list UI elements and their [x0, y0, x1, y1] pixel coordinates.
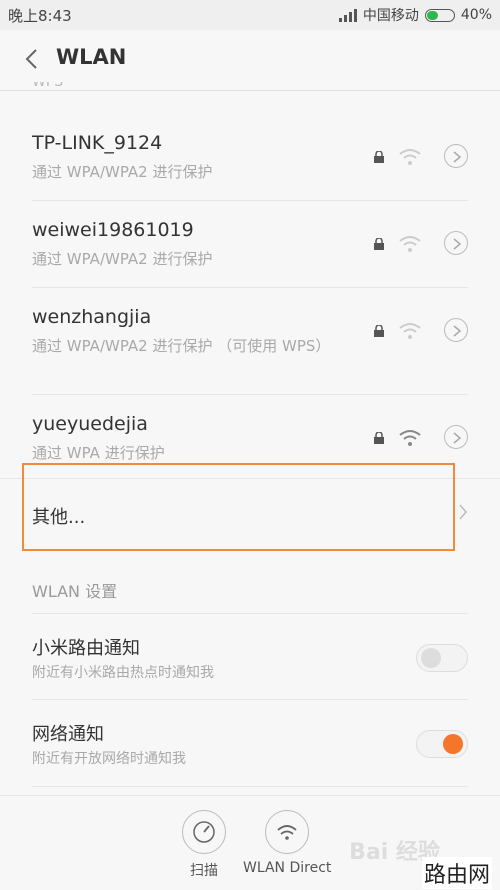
network-detail-button[interactable] — [444, 318, 468, 342]
wifi-signal-icon — [399, 430, 421, 446]
lock-icon — [374, 238, 384, 250]
scan-icon — [182, 810, 226, 854]
status-bar: 晚上8:43 中国移动 40% — [0, 0, 500, 30]
wlan-direct-icon — [265, 810, 310, 854]
signal-icon — [338, 8, 357, 22]
wlan-direct-label: WLAN Direct — [243, 860, 332, 876]
network-security: 通过 WPA/WPA2 进行保护 — [32, 163, 213, 181]
setting-subtitle: 附近有开放网络时通知我 — [32, 751, 186, 767]
network-name: TP-LINK_9124 — [32, 132, 163, 154]
wifi-signal-icon — [399, 236, 421, 252]
settings-section-label: WLAN 设置 — [32, 582, 118, 601]
network-security: 通过 WPA/WPA2 进行保护 — [32, 250, 213, 268]
status-right: 中国移动 40% — [338, 5, 492, 25]
lock-icon — [374, 325, 384, 337]
chevron-right-icon — [459, 504, 467, 520]
lock-icon — [374, 151, 384, 163]
setting-item-xiaomi-router-notify[interactable]: 小米路由通知 附近有小米路由热点时通知我 — [32, 613, 468, 700]
toggle-switch[interactable] — [416, 730, 468, 758]
network-name: weiwei19861019 — [32, 219, 194, 241]
wifi-signal-icon — [399, 149, 421, 165]
network-item[interactable]: TP-LINK_9124 通过 WPA/WPA2 进行保护 — [32, 114, 468, 201]
app-header: WLAN — [0, 30, 500, 91]
network-name: wenzhangjia — [32, 306, 152, 328]
network-detail-button[interactable] — [444, 425, 468, 449]
wlan-direct-button[interactable]: WLAN Direct — [243, 810, 331, 876]
toggle-switch[interactable] — [416, 644, 468, 672]
lock-icon — [374, 432, 384, 444]
network-detail-button[interactable] — [444, 144, 468, 168]
network-list: TP-LINK_9124 通过 WPA/WPA2 进行保护 weiwei1986… — [0, 114, 500, 481]
battery-icon — [424, 8, 455, 22]
page-title: WLAN — [56, 45, 127, 69]
network-detail-button[interactable] — [444, 231, 468, 255]
setting-item-network-notify[interactable]: 网络通知 附近有开放网络时通知我 — [32, 699, 468, 787]
scan-button[interactable]: 扫描 — [182, 810, 226, 880]
battery-percent: 40% — [460, 7, 492, 23]
status-time: 晚上8:43 — [8, 7, 72, 25]
setting-subtitle: 附近有小米路由热点时通知我 — [32, 665, 214, 681]
network-item[interactable]: weiwei19861019 通过 WPA/WPA2 进行保护 — [32, 201, 468, 288]
network-item[interactable]: wenzhangjia 通过 WPA/WPA2 进行保护 （可使用 WPS） — [32, 288, 468, 395]
carrier-label: 中国移动 — [362, 8, 419, 24]
network-security: 通过 WPA/WPA2 进行保护 （可使用 WPS） — [32, 337, 331, 355]
back-arrow-icon[interactable] — [20, 46, 44, 72]
highlight-annotation-box — [22, 463, 455, 551]
scan-label: 扫描 — [190, 863, 218, 879]
network-name: yueyuedejia — [32, 413, 148, 435]
site-watermark: 路由网 — [421, 857, 492, 889]
wifi-signal-icon — [399, 323, 421, 339]
network-security: 通过 WPA 进行保护 — [32, 444, 165, 462]
setting-title: 小米路由通知 — [32, 638, 140, 659]
setting-title: 网络通知 — [32, 724, 104, 745]
